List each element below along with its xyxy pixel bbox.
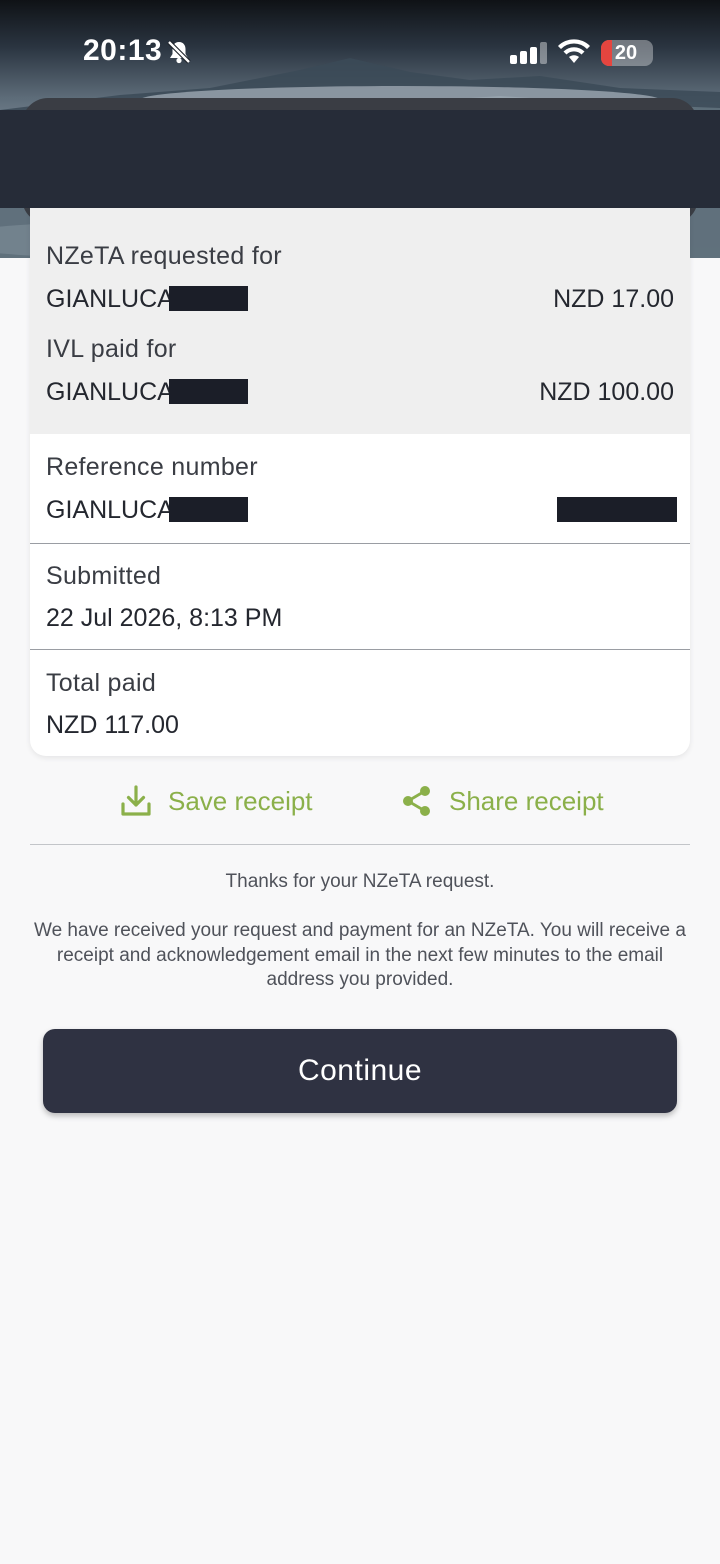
redacted-surname (169, 286, 248, 311)
bell-slash-icon (166, 39, 192, 70)
status-time: 20:13 (83, 34, 163, 67)
thanks-message: Thanks for your NZeTA request. (225, 871, 495, 892)
nzeta-amount: NZD 17.00 (553, 285, 674, 313)
share-receipt-button[interactable]: Share receipt (400, 780, 604, 822)
battery-icon: 20 (601, 40, 653, 66)
confirmation-screen: 20:13 20 NZeTA requested for GIANLUCA NZ… (0, 0, 720, 1564)
ivl-applicant-name: GIANLUCA (46, 378, 174, 406)
nzeta-requested-label: NZeTA requested for (46, 242, 282, 270)
redacted-reference-number (557, 497, 677, 522)
app-bar (0, 110, 720, 208)
share-receipt-label: Share receipt (449, 785, 604, 816)
save-receipt-button[interactable]: Save receipt (119, 780, 313, 822)
cellular-signal-icon (510, 42, 548, 69)
receipt-card: NZeTA requested for GIANLUCA NZD 17.00 I… (30, 208, 690, 756)
status-bar: 20:13 20 (0, 0, 720, 100)
divider (30, 844, 690, 845)
submitted-date: 22 Jul 2026, 8:13 PM (46, 604, 283, 632)
total-paid-amount: NZD 117.00 (46, 711, 179, 739)
nzeta-applicant-name: GIANLUCA (46, 285, 174, 313)
total-paid-label: Total paid (46, 669, 157, 697)
battery-level: 20 (614, 42, 638, 64)
divider (30, 649, 690, 650)
reference-applicant-name: GIANLUCA (46, 496, 174, 524)
save-receipt-label: Save receipt (168, 785, 313, 816)
confirmation-message: We have received your request and paymen… (34, 920, 686, 990)
reference-number-label: Reference number (46, 453, 258, 481)
download-icon (119, 784, 153, 818)
ivl-paid-label: IVL paid for (46, 335, 177, 363)
submitted-label: Submitted (46, 562, 162, 590)
wifi-icon (557, 39, 591, 70)
ivl-amount: NZD 100.00 (539, 378, 674, 406)
divider (30, 543, 690, 544)
share-icon (400, 784, 434, 818)
redacted-surname (169, 379, 248, 404)
continue-button[interactable]: Continue (43, 1029, 677, 1113)
redacted-surname (169, 497, 248, 522)
